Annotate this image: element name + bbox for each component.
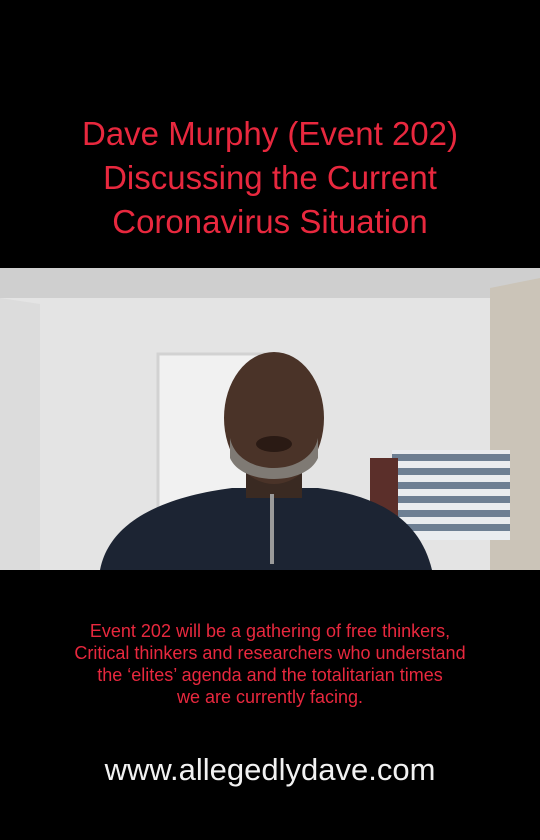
video-post: Dave Murphy (Event 202) Discussing the C… — [0, 0, 540, 840]
caption-line-4: we are currently facing. — [176, 687, 364, 707]
caption-line-1: Event 202 will be a gathering of free th… — [89, 621, 451, 641]
website-url: www.allegedlydave.com — [104, 752, 436, 787]
caption-line-3: the ‘elites’ agenda and the totalitarian… — [97, 665, 443, 685]
title-line-1: Dave Murphy (Event 202) — [81, 115, 458, 152]
caption-line-2: Critical thinkers and researchers who un… — [74, 643, 466, 663]
post-caption: Event 202 will be a gathering of free th… — [0, 620, 540, 708]
post-title: Dave Murphy (Event 202) Discussing the C… — [0, 112, 540, 244]
video-frame[interactable] — [0, 268, 540, 570]
left-wall — [0, 298, 40, 570]
ceiling — [0, 268, 540, 298]
title-line-3: Coronavirus Situation — [112, 203, 428, 240]
video-scene-illustration — [0, 268, 540, 570]
title-line-2: Discussing the Current — [103, 159, 437, 196]
